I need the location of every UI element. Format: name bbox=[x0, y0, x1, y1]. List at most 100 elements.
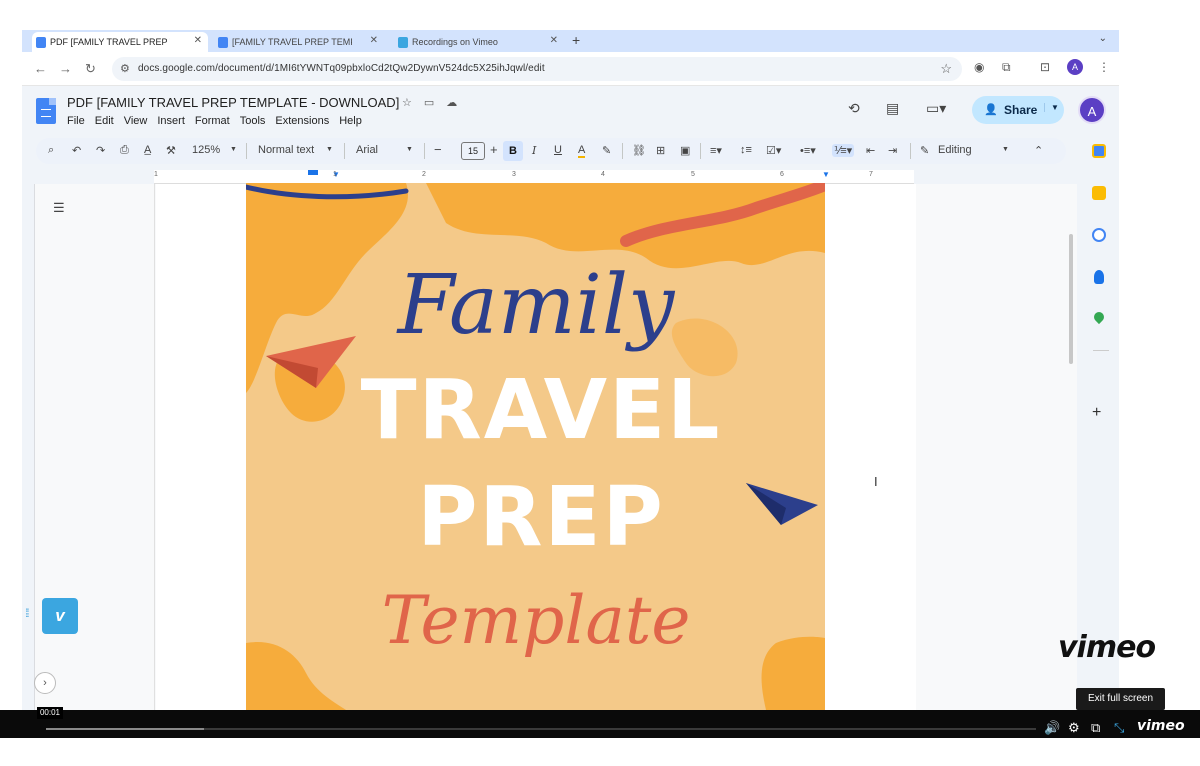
map-shape bbox=[426, 183, 825, 269]
vertical-scrollbar[interactable] bbox=[1069, 234, 1073, 364]
settings-gear-icon[interactable]: ⚙ bbox=[1068, 720, 1080, 736]
chevron-down-icon[interactable]: ▼ bbox=[1002, 146, 1009, 153]
menu-help[interactable]: Help bbox=[339, 115, 362, 127]
decrease-font-size-icon[interactable]: − bbox=[434, 142, 442, 157]
comments-icon[interactable]: ▤ bbox=[886, 100, 899, 117]
increase-indent-icon[interactable]: ⇥ bbox=[888, 144, 897, 157]
exit-fullscreen-icon[interactable]: ⤡ bbox=[1114, 720, 1124, 736]
chevron-down-icon[interactable]: ▼ bbox=[406, 146, 413, 153]
menu-edit[interactable]: Edit bbox=[95, 115, 114, 127]
picture-in-picture-icon[interactable]: ⧉ bbox=[1091, 720, 1100, 736]
reload-icon[interactable]: ↻ bbox=[85, 61, 96, 77]
progress-bar[interactable] bbox=[46, 728, 1036, 730]
more-vert-icon[interactable]: ⋮ bbox=[1098, 60, 1110, 74]
redo-icon[interactable]: ↷ bbox=[96, 144, 105, 157]
share-button[interactable]: 👤 Share ▼ bbox=[972, 96, 1064, 124]
menu-view[interactable]: View bbox=[124, 115, 148, 127]
google-docs-icon bbox=[36, 37, 46, 48]
star-icon[interactable]: ☆ bbox=[402, 96, 412, 109]
decrease-indent-icon[interactable]: ⇤ bbox=[866, 144, 875, 157]
vimeo-record-button[interactable]: v bbox=[42, 598, 78, 634]
paint-format-icon[interactable]: ⚒ bbox=[166, 144, 176, 157]
maps-icon[interactable] bbox=[1091, 309, 1107, 325]
puzzle-icon[interactable]: ⧉ bbox=[1002, 60, 1011, 75]
tab-recordings-vimeo[interactable]: Recordings on Vimeo ✕ bbox=[394, 32, 564, 52]
tasks-icon[interactable] bbox=[1092, 228, 1106, 242]
extension-icon[interactable]: ◉ bbox=[974, 60, 984, 74]
google-docs-logo-icon[interactable] bbox=[36, 98, 56, 124]
bold-button[interactable]: B bbox=[503, 141, 523, 161]
menu-insert[interactable]: Insert bbox=[157, 115, 185, 127]
style-select[interactable]: Normal text bbox=[258, 144, 314, 156]
chevron-up-icon[interactable]: ⌃ bbox=[1034, 144, 1043, 157]
back-arrow-icon[interactable]: ← bbox=[34, 61, 47, 76]
editing-mode-select[interactable]: Editing bbox=[938, 144, 972, 156]
close-icon[interactable]: ✕ bbox=[194, 35, 202, 46]
outline-list-icon[interactable]: ☰ bbox=[53, 200, 65, 216]
close-icon[interactable]: ✕ bbox=[370, 35, 378, 46]
chevron-right-icon[interactable]: › bbox=[34, 672, 56, 694]
profile-avatar[interactable]: A bbox=[1067, 59, 1083, 75]
cloud-status-icon[interactable]: ☁ bbox=[446, 96, 457, 109]
vimeo-small-logo[interactable]: vimeo bbox=[1137, 718, 1185, 734]
print-icon[interactable]: ⎙ bbox=[120, 144, 129, 157]
meet-video-icon[interactable]: ▭▾ bbox=[926, 100, 946, 117]
site-info-icon[interactable]: ⚙ bbox=[120, 62, 130, 75]
align-icon[interactable]: ≡▾ bbox=[710, 144, 722, 157]
zoom-select[interactable]: 125% bbox=[192, 144, 220, 156]
menu-file[interactable]: File bbox=[67, 115, 85, 127]
checklist-icon[interactable]: ☑▾ bbox=[766, 144, 781, 157]
search-icon[interactable]: ⌕ bbox=[48, 144, 54, 157]
font-select[interactable]: Arial bbox=[356, 144, 378, 156]
toolbar-divider bbox=[424, 143, 425, 159]
drag-handle-icon[interactable]: ⁞⁞ bbox=[25, 606, 29, 620]
forward-arrow-icon[interactable]: → bbox=[59, 61, 72, 76]
document-title[interactable]: PDF [FAMILY TRAVEL PREP TEMPLATE - DOWNL… bbox=[67, 95, 399, 110]
keep-icon[interactable] bbox=[1092, 186, 1106, 200]
history-icon[interactable]: ⟲ bbox=[848, 100, 860, 117]
italic-button[interactable]: I bbox=[532, 144, 536, 157]
menu-format[interactable]: Format bbox=[195, 115, 230, 127]
url-input[interactable]: ⚙ docs.google.com/document/d/1MI6tYWNTq0… bbox=[112, 57, 962, 81]
spellcheck-icon[interactable]: A̲ bbox=[144, 144, 151, 156]
volume-icon[interactable]: 🔊 bbox=[1044, 720, 1060, 736]
cover-image[interactable]: Family TRAVEL PREP Template bbox=[246, 183, 825, 710]
chevron-down-icon[interactable]: ▼ bbox=[230, 146, 237, 153]
media-icon[interactable]: ⊡ bbox=[1040, 60, 1050, 74]
chevron-down-icon[interactable]: ▼ bbox=[326, 146, 333, 153]
bookmark-star-icon[interactable]: ☆ bbox=[940, 61, 952, 77]
numbered-list-icon[interactable]: ⅟≡▾ bbox=[832, 144, 855, 157]
ruler-number: 1 bbox=[333, 171, 337, 178]
font-size-input[interactable]: 15 bbox=[461, 142, 485, 160]
contacts-icon[interactable] bbox=[1094, 270, 1104, 284]
highlight-pen-icon[interactable]: ✎ bbox=[602, 144, 611, 157]
add-addon-icon[interactable]: + bbox=[1092, 404, 1101, 422]
chevron-down-icon[interactable]: ▼ bbox=[1044, 103, 1059, 112]
underline-button[interactable]: U bbox=[554, 144, 562, 156]
close-icon[interactable]: ✕ bbox=[550, 35, 558, 46]
link-icon[interactable]: ⛓ bbox=[632, 144, 646, 157]
tab-pdf-family-travel[interactable]: PDF [FAMILY TRAVEL PREP T ✕ bbox=[32, 32, 208, 52]
account-avatar[interactable]: A bbox=[1078, 96, 1106, 124]
menu-extensions[interactable]: Extensions bbox=[275, 115, 329, 127]
insert-image-icon[interactable]: ▣ bbox=[680, 144, 690, 157]
calendar-icon[interactable] bbox=[1092, 144, 1106, 158]
new-tab-button[interactable]: + bbox=[572, 32, 580, 48]
undo-icon[interactable]: ↶ bbox=[72, 144, 81, 157]
add-comment-icon[interactable]: ⊞ bbox=[656, 144, 665, 157]
text-color-button[interactable]: A bbox=[578, 144, 586, 158]
ruler-number: 7 bbox=[869, 171, 873, 178]
url-text: docs.google.com/document/d/1MI6tYWNTq09p… bbox=[138, 63, 545, 74]
chevron-down-icon[interactable]: ⌄ bbox=[1099, 33, 1107, 44]
bulleted-list-icon[interactable]: •≡▾ bbox=[800, 144, 816, 157]
tooltip: Exit full screen bbox=[1076, 688, 1165, 710]
increase-font-size-icon[interactable]: + bbox=[490, 142, 498, 157]
ruler-indent-marker[interactable] bbox=[308, 170, 318, 175]
menu-tools[interactable]: Tools bbox=[240, 115, 266, 127]
ruler-right-indent[interactable]: ▼ bbox=[822, 170, 830, 179]
move-folder-icon[interactable]: ▭ bbox=[424, 96, 434, 109]
tab-family-travel-template[interactable]: [FAMILY TRAVEL PREP TEMP ✕ bbox=[214, 32, 384, 52]
line-spacing-icon[interactable]: ↕≡ bbox=[740, 144, 752, 156]
panel-divider bbox=[1093, 350, 1109, 351]
toolbar-divider bbox=[910, 143, 911, 159]
